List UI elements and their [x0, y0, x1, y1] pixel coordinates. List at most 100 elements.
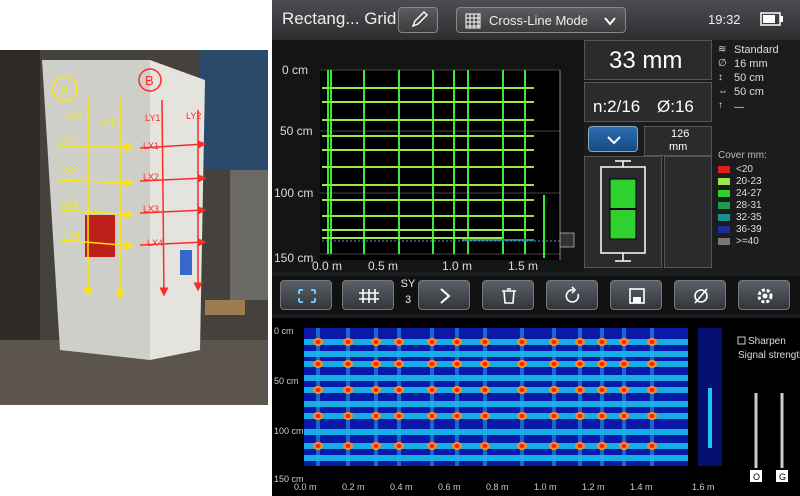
arrow-up-icon: ↑	[718, 100, 723, 111]
legend-label: 36-39	[736, 224, 762, 235]
heatmap-hotspot-core	[373, 414, 379, 418]
cover-input[interactable]: 126 mm	[644, 126, 712, 156]
horizontal-spacing-value: 50 cm	[734, 86, 764, 98]
heatmap-x-label: 1.6 m	[692, 482, 715, 492]
heatmap-hotspot-core	[345, 414, 351, 418]
heatmap-hotspot-core	[551, 414, 557, 418]
heatmap-hotspot-core	[577, 414, 583, 418]
heatmap-y-label: 100 cm	[274, 426, 304, 436]
label-lx3-right: LX3	[143, 204, 159, 214]
heatmap-band	[304, 339, 688, 345]
label-a: A	[60, 82, 69, 97]
sharpen-label: Sharpen	[748, 336, 786, 347]
heatmap-hotspot-core	[429, 414, 435, 418]
top-x-label-3: 1.5 m	[508, 259, 538, 272]
label-lx1-left: LX1	[60, 136, 76, 146]
top-y-label-0: 0 cm	[282, 63, 308, 77]
label-lx3-left: LX3	[62, 199, 78, 209]
settings-button[interactable]	[738, 280, 790, 310]
diameter-icon: ∅	[718, 58, 727, 69]
legend-item: 36-39	[718, 224, 798, 235]
diameter-value: Ø:16	[657, 97, 694, 116]
depth-down-button[interactable]	[588, 126, 638, 152]
heatmap-hotspot-core	[649, 362, 655, 366]
heatmap-hotspot-core	[482, 414, 488, 418]
page-title: Rectang... Grid	[282, 9, 397, 28]
heatmap-hotspot-core	[315, 414, 321, 418]
zoom-fit-button[interactable]	[280, 280, 332, 310]
battery-icon	[760, 12, 783, 26]
cover-legend: <20 20-23 24-27 28-31 32-35 36-39 >=40	[718, 164, 798, 248]
settings-panel: ≋ Standard ∅ 16 mm ↕ 50 cm ⇔ 50 cm ↑ — C…	[714, 42, 800, 272]
heatmap-hotspot-core	[429, 340, 435, 344]
heatmap-hotspot-core	[599, 388, 605, 392]
top-y-label-3: 150 cm	[274, 251, 313, 265]
heatmap-band	[304, 455, 688, 461]
heatmap-hotspot-core	[396, 362, 402, 366]
heatmap-hotspot-core	[649, 414, 655, 418]
heatmap-hotspot-core	[621, 340, 627, 344]
legend-swatch	[718, 226, 730, 233]
legend-item: 24-27	[718, 188, 798, 199]
edit-button[interactable]	[398, 7, 438, 33]
top-x-label-0: 0.0 m	[312, 259, 342, 272]
legend-label: 20-23	[736, 176, 762, 187]
label-lx2-right: LX2	[143, 172, 159, 182]
legend-swatch	[718, 238, 730, 245]
refresh-button[interactable]	[546, 280, 598, 310]
label-ly1-right: LY1	[145, 113, 160, 123]
heatmap-hotspot-core	[519, 340, 525, 344]
heatmap-hotspot-core	[519, 388, 525, 392]
delete-button[interactable]	[482, 280, 534, 310]
pan-right-icon[interactable]	[559, 232, 575, 248]
probe-icon	[600, 160, 646, 262]
save-button[interactable]	[610, 280, 662, 310]
signal-heatmap[interactable]: 0 cm50 cm100 cm150 cm0.0 m 0.2 m 0.4 m 0.6 …	[272, 318, 800, 496]
heatmap-hotspot-core	[482, 444, 488, 448]
extra-setting: —	[734, 102, 744, 113]
heatmap-hotspot-core	[649, 340, 655, 344]
vertical-spacing-icon: ↕	[718, 72, 723, 83]
horizontal-spacing-icon: ⇔	[718, 86, 728, 97]
heatmap-hotspot-core	[315, 362, 321, 366]
heatmap-hotspot-core	[454, 340, 460, 344]
depth-bar	[664, 156, 712, 268]
legend-swatch	[718, 190, 730, 197]
legend-label: 28-31	[736, 200, 762, 211]
grid-lines-button[interactable]	[342, 280, 394, 310]
depth-value: 33 mm	[609, 47, 683, 74]
heatmap-hotspot-core	[621, 388, 627, 392]
heatmap-hotspot-core	[373, 444, 379, 448]
gear-icon	[757, 288, 773, 304]
heatmap-hotspot-core	[519, 414, 525, 418]
next-button[interactable]	[418, 280, 470, 310]
legend-item: 32-35	[718, 212, 798, 223]
legend-swatch	[718, 178, 730, 185]
slider-g-label: G	[779, 472, 786, 482]
label-lx4-right: LX4	[147, 238, 163, 248]
legend-swatch	[718, 166, 730, 173]
top-y-label-1: 50 cm	[280, 124, 313, 138]
rebar-grid-view[interactable]: 0 cm 50 cm 100 cm 150 cm 0.0 m 0.5 m 1.0…	[272, 40, 584, 272]
heatmap-hotspot-core	[396, 444, 402, 448]
heatmap-hotspot-core	[315, 388, 321, 392]
heatmap-hotspot-core	[454, 362, 460, 366]
heatmap-hotspot-core	[429, 388, 435, 392]
diameter-setting: 16 mm	[734, 58, 768, 70]
heatmap-hotspot-core	[577, 388, 583, 392]
legend-label: <20	[736, 164, 753, 175]
heatmap-hotspot-core	[551, 362, 557, 366]
slider-o-label: O	[753, 472, 760, 482]
heatmap-hotspot-core	[649, 444, 655, 448]
top-y-label-2: 100 cm	[274, 186, 313, 200]
toolbar: SY 3	[272, 276, 800, 314]
sy-value: 3	[404, 294, 412, 306]
legend-label: 32-35	[736, 212, 762, 223]
clock: 19:32	[708, 12, 741, 27]
heatmap-hotspot-core	[373, 388, 379, 392]
heatmap-hotspot-core	[345, 362, 351, 366]
label-lx1-right: LX1	[143, 141, 159, 151]
diameter-button[interactable]	[674, 280, 726, 310]
legend-swatch	[718, 214, 730, 221]
mode-dropdown[interactable]: Cross-Line Mode	[456, 7, 626, 33]
